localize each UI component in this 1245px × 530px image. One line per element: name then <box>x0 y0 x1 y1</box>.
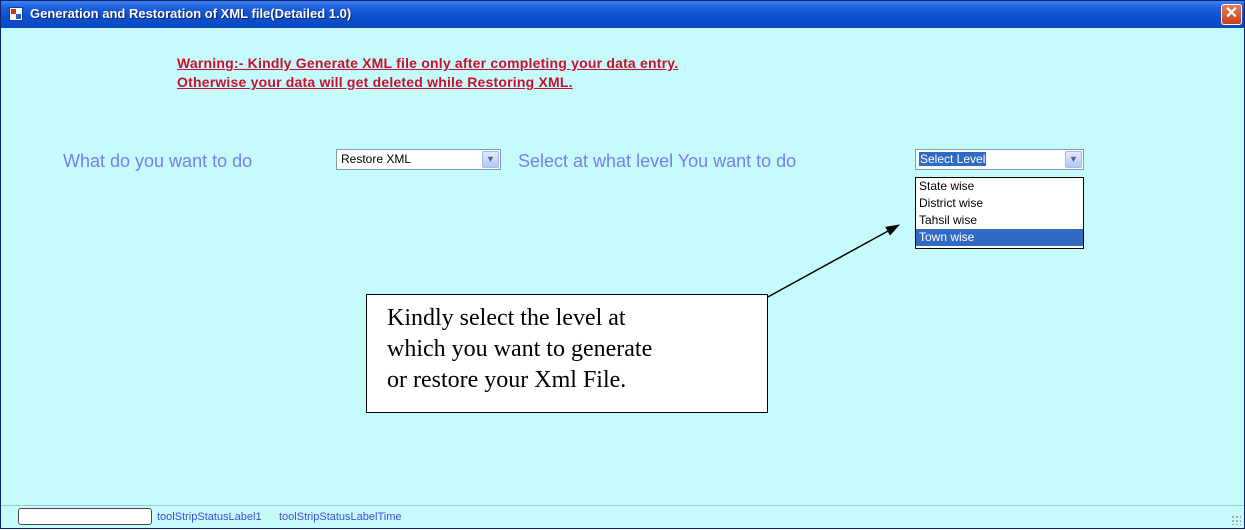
status-label-1: toolStripStatusLabel1 <box>157 511 262 523</box>
status-label-time: toolStripStatusLabelTime <box>279 511 402 523</box>
status-progress-box <box>18 508 152 525</box>
application-window: Generation and Restoration of XML file(D… <box>0 0 1245 529</box>
callout-arrow <box>765 224 900 299</box>
callout-line-2: which you want to generate <box>387 336 653 362</box>
instruction-callout: Kindly select the level at which you wan… <box>366 294 768 413</box>
status-bar: toolStripStatusLabel1 toolStripStatusLab… <box>1 505 1244 528</box>
callout-line-1: Kindly select the level at <box>387 305 626 331</box>
callout-line-3: or restore your Xml File. <box>387 367 627 393</box>
resize-grip-icon[interactable] <box>1231 515 1241 525</box>
